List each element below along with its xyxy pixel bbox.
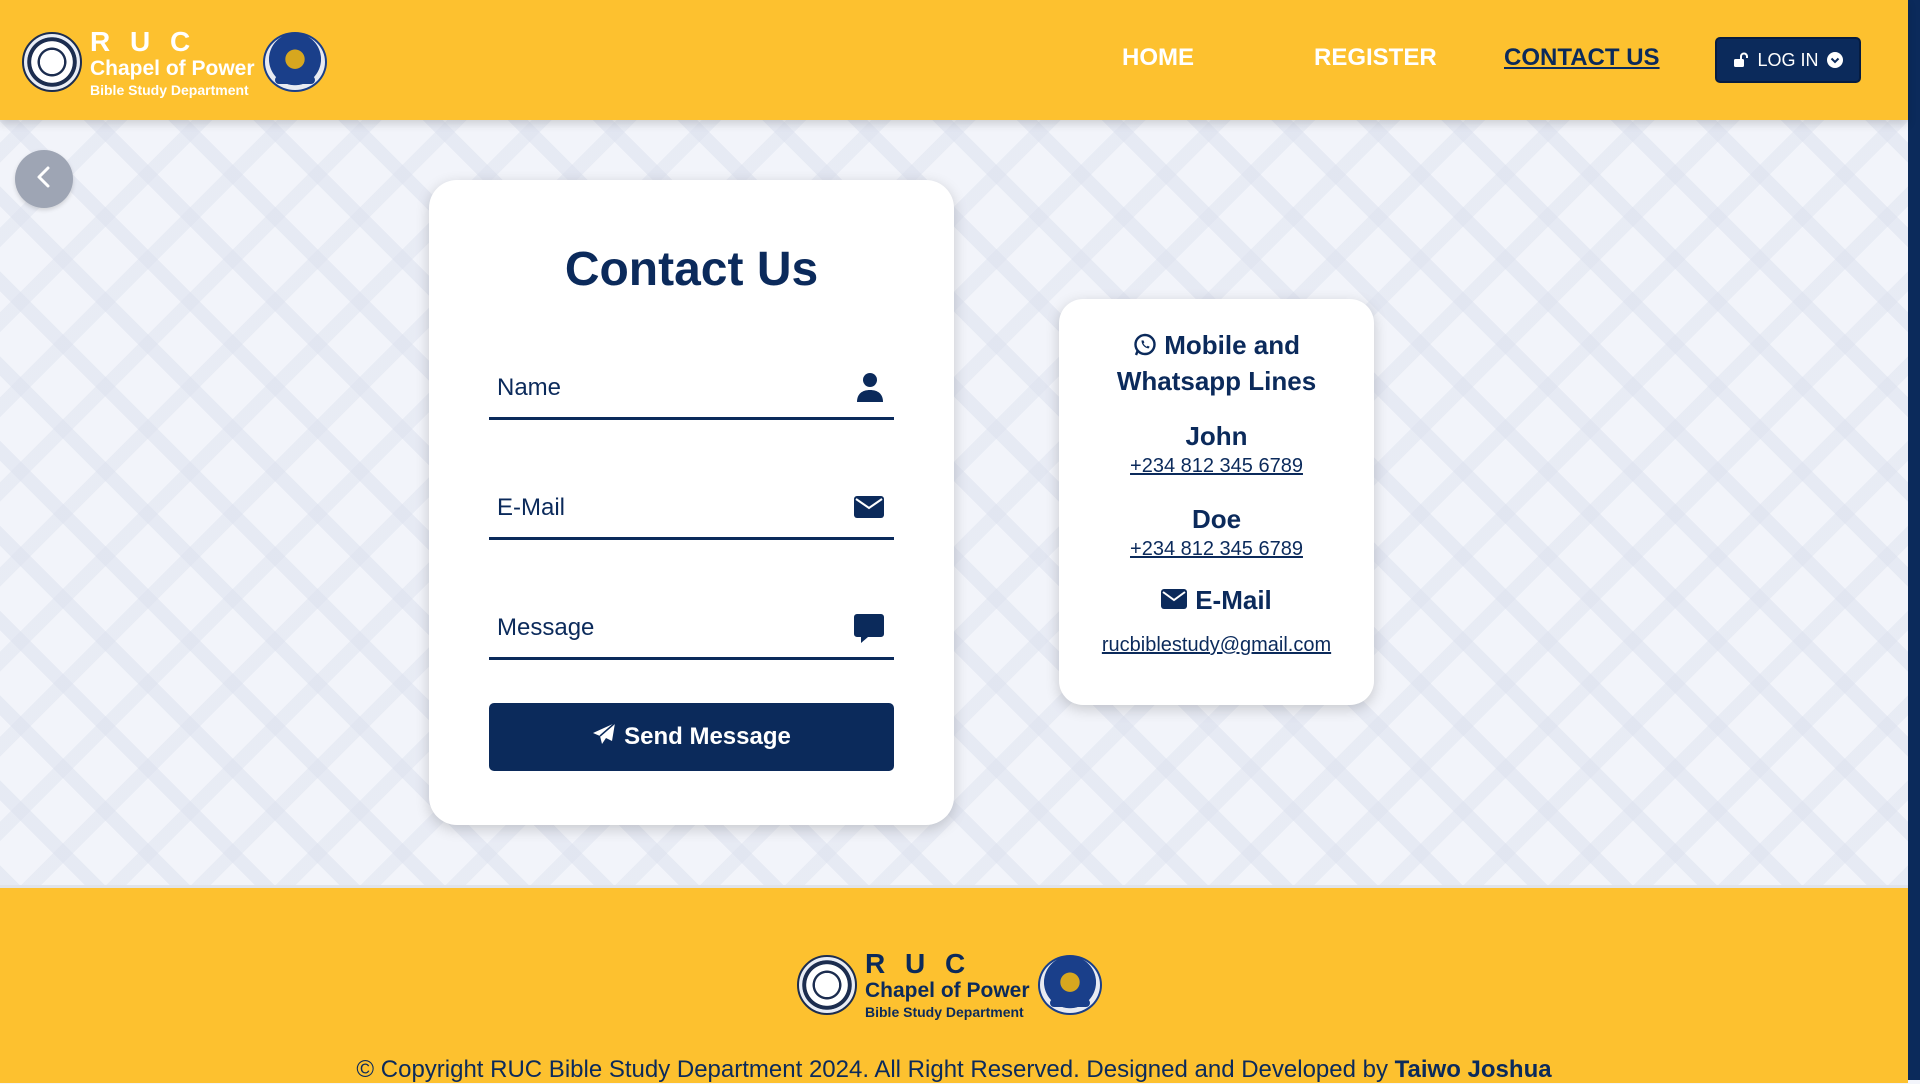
contact-name-1: John	[1185, 421, 1248, 451]
main-section	[0, 120, 1908, 885]
footer-brand-logo-group: R U C Chapel of Power Bible Study Depart…	[797, 950, 1102, 1019]
send-message-label: Send Message	[624, 723, 791, 750]
name-placeholder: Name	[497, 374, 562, 401]
nav-register-link[interactable]: REGISTER	[1314, 44, 1437, 72]
contact-form-card: Contact Us Name E-Mail Message Send Mess…	[429, 180, 954, 825]
envelope-icon	[854, 496, 884, 523]
email-heading-label: E-Mail	[1195, 585, 1272, 615]
footer-brand-text: R U C Chapel of Power Bible Study Depart…	[865, 948, 1030, 1020]
send-message-button[interactable]: Send Message	[489, 703, 894, 771]
whatsapp-icon	[1133, 332, 1157, 365]
paper-plane-icon	[592, 721, 616, 753]
contact-phone-2[interactable]: +234 812 345 6789	[1059, 538, 1374, 561]
department-seal-logo	[262, 32, 327, 92]
phone-lines-title-1: Mobile and	[1164, 330, 1300, 360]
phone-lines-heading: Mobile and Whatsapp Lines	[1059, 329, 1374, 398]
site-footer: R U C Chapel of Power Bible Study Depart…	[0, 885, 1908, 1083]
copyright-label: © Copyright RUC Bible Study Department 2…	[356, 1056, 1388, 1083]
footer-brand-line3: Bible Study Department	[865, 1004, 1024, 1020]
church-logo	[22, 32, 82, 92]
email-heading: E-Mail	[1059, 585, 1374, 616]
nav-home-link[interactable]: HOME	[1122, 44, 1194, 72]
contact-name-2: Doe	[1191, 504, 1242, 534]
nav-contact-link[interactable]: CONTACT US	[1504, 44, 1660, 72]
footer-brand-line2: Chapel of Power	[865, 979, 1030, 1002]
page-scrollbar[interactable]	[1908, 0, 1920, 1080]
footer-department-seal-logo	[1037, 954, 1102, 1015]
chevron-left-icon	[34, 165, 54, 194]
back-button[interactable]	[15, 150, 73, 208]
brand-line1: R U C	[90, 25, 197, 57]
contact-info-card: Mobile and Whatsapp Lines John +234 812 …	[1059, 299, 1374, 705]
envelope-icon	[1161, 585, 1188, 616]
contact-email-link[interactable]: rucbiblestudy@gmail.com	[1059, 634, 1374, 657]
brand-line3: Bible Study Department	[90, 81, 249, 98]
site-header: R U C Chapel of Power Bible Study Depart…	[0, 0, 1908, 120]
message-placeholder: Message	[497, 614, 595, 641]
login-label: LOG IN	[1757, 49, 1819, 70]
contact-title: Contact Us	[564, 243, 819, 296]
chevron-down-circle-icon	[1826, 52, 1843, 68]
footer-church-logo	[797, 954, 857, 1015]
comment-icon	[854, 614, 884, 649]
contact-phone-1[interactable]: +234 812 345 6789	[1059, 455, 1374, 478]
email-field[interactable]: E-Mail	[489, 478, 894, 540]
user-icon	[856, 372, 884, 407]
brand-logo-group[interactable]: R U C Chapel of Power Bible Study Depart…	[22, 25, 327, 98]
brand-line2: Chapel of Power	[90, 56, 255, 80]
message-field[interactable]: Message	[489, 598, 894, 660]
name-field[interactable]: Name	[489, 358, 894, 420]
login-button[interactable]: LOG IN	[1715, 37, 1861, 83]
phone-lines-title-2: Whatsapp Lines	[1116, 366, 1317, 396]
unlock-icon	[1733, 52, 1749, 68]
brand-text: R U C Chapel of Power Bible Study Depart…	[90, 25, 255, 98]
email-placeholder: E-Mail	[497, 494, 566, 521]
developer-name: Taiwo Joshua	[1394, 1056, 1552, 1083]
footer-brand-line1: R U C	[865, 948, 972, 979]
